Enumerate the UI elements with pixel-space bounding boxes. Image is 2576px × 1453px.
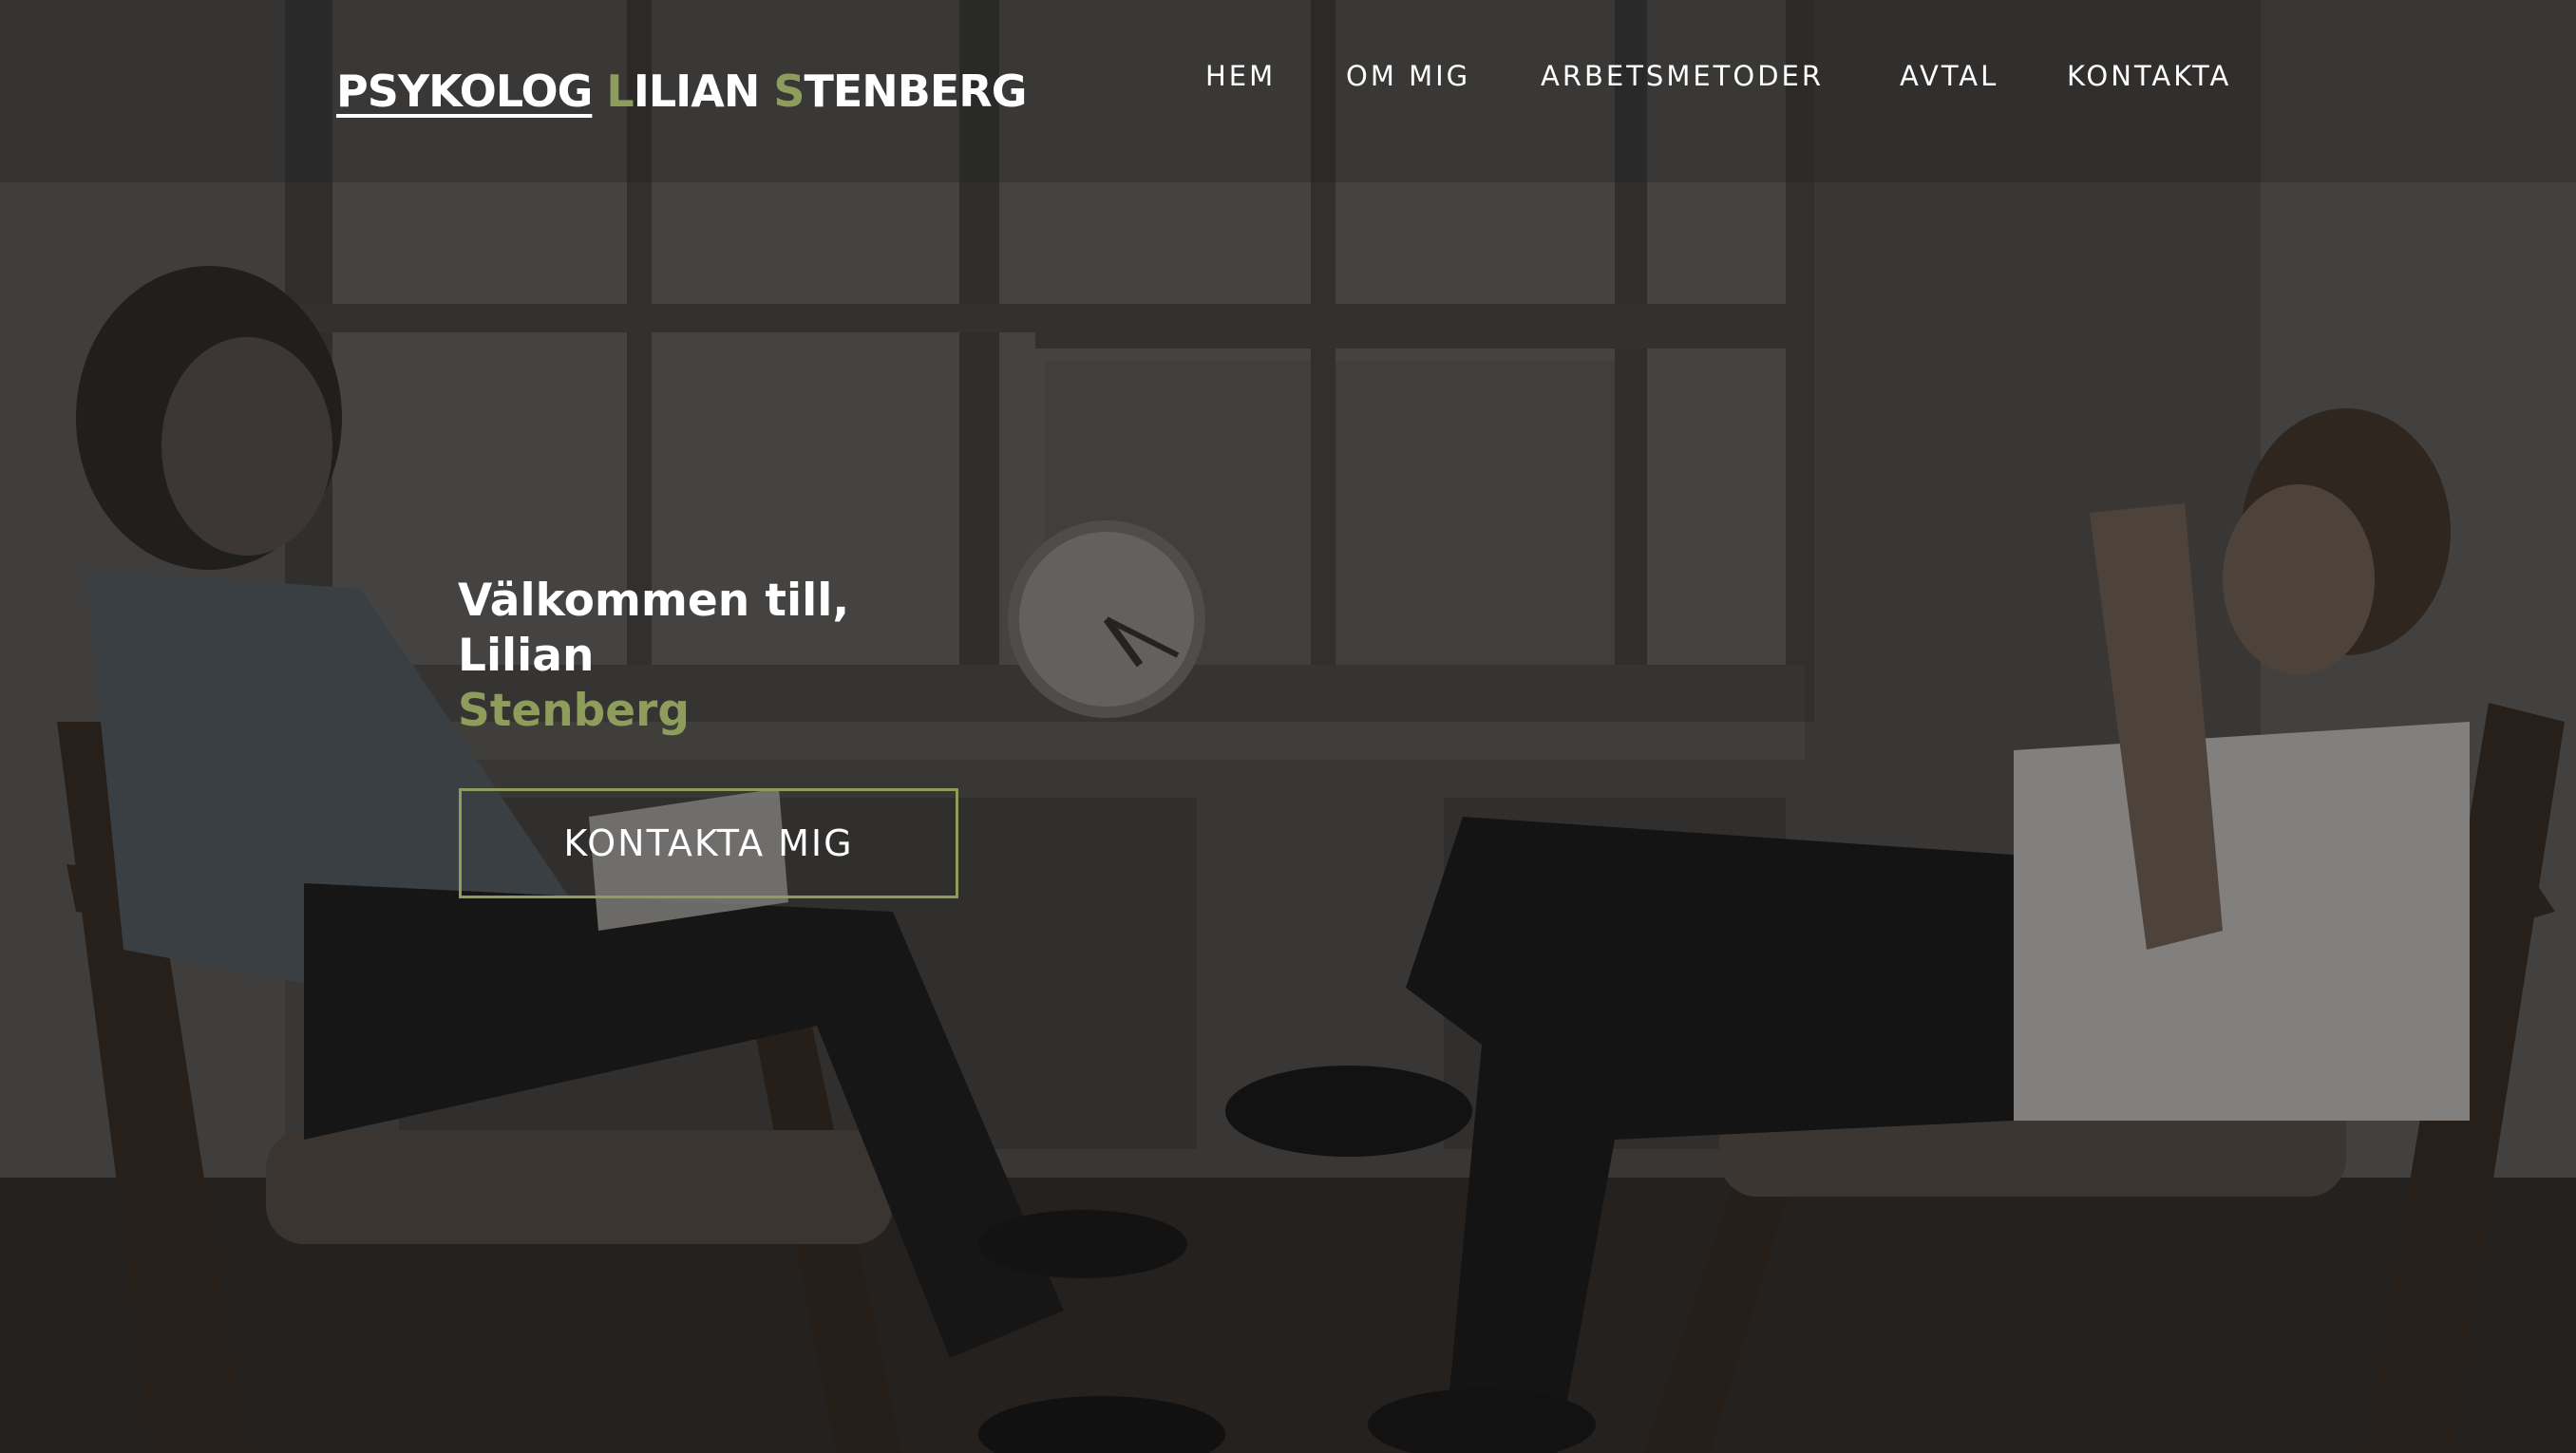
logo-word-psykolog: PSYKOLOG — [336, 66, 593, 117]
nav-item-hem[interactable]: HEM — [1205, 57, 1276, 95]
nav-item-om-mig[interactable]: OM MIG — [1346, 57, 1470, 95]
hero-heading-accent: Stenberg — [458, 685, 690, 737]
hero-heading-line1: Välkommen till, — [458, 575, 850, 627]
nav-item-arbetsmetoder[interactable]: ARBETSMETODER — [1541, 57, 1824, 95]
hero-heading-line2: Lilian — [458, 630, 595, 682]
logo-rest-last: TENBERG — [804, 66, 1028, 117]
hero-background-photo — [0, 0, 2576, 1453]
contact-me-button[interactable]: KONTAKTA MIG — [459, 788, 958, 898]
hero-section: PSYKOLOG LILIAN STENBERG HEM OM MIG ARBE… — [0, 0, 2576, 1453]
nav-item-kontakta[interactable]: KONTAKTA — [2067, 57, 2231, 95]
hero-heading: Välkommen till, Lilian Stenberg — [458, 574, 1028, 739]
contact-me-label: KONTAKTA MIG — [563, 822, 854, 864]
logo-initial-first: L — [606, 66, 634, 117]
logo-initial-last: S — [773, 66, 805, 117]
site-logo[interactable]: PSYKOLOG LILIAN STENBERG — [336, 63, 1028, 120]
logo-rest-first: ILIAN — [633, 66, 761, 117]
nav-item-avtal[interactable]: AVTAL — [1900, 57, 1998, 95]
